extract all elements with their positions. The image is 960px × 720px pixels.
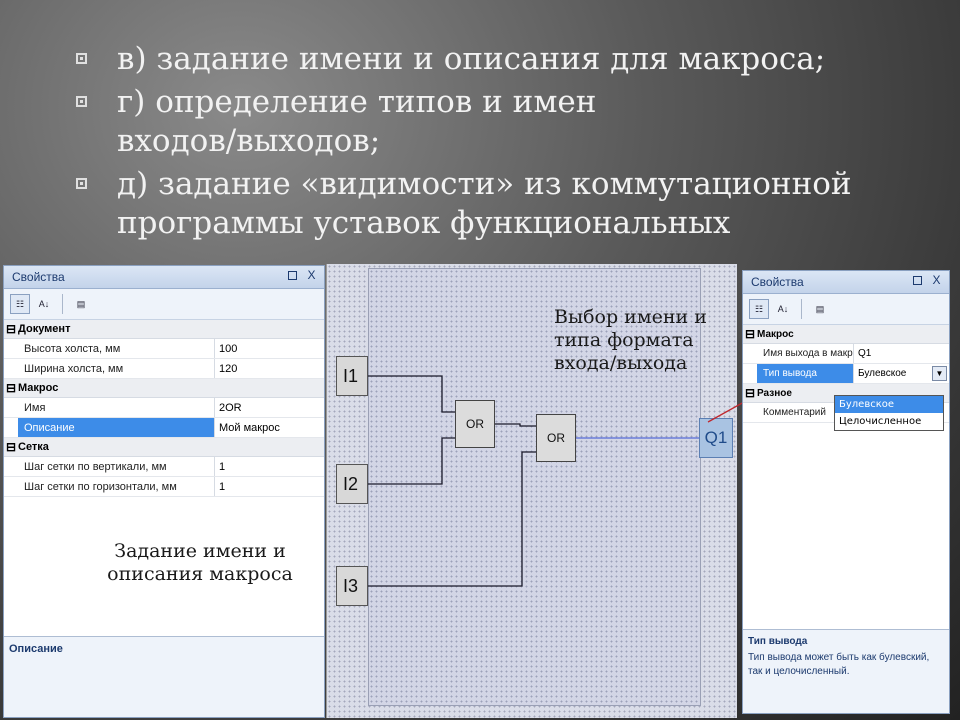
gate-label: OR: [547, 431, 565, 445]
property-key: Шаг сетки по вертикали, мм: [18, 457, 215, 476]
property-pages-icon[interactable]: ▤: [810, 299, 830, 319]
panel-titlebar: Свойства X: [4, 266, 324, 289]
bullet-square-icon: [76, 53, 87, 64]
panel-title: Свойства: [12, 270, 65, 284]
description-pane: Тип вывода Тип вывода может быть как бул…: [743, 629, 949, 713]
input-label: I1: [343, 365, 359, 386]
properties-panel-left: Свойства X ☷ A↓ ▤ ⊟ Документ Высота холст…: [3, 265, 325, 718]
property-key: Тип вывода: [757, 364, 854, 383]
bullet-item: г) определение типов и имен входов/выход…: [72, 83, 677, 161]
type-dropdown[interactable]: Булевское ▼: [854, 364, 949, 383]
property-row[interactable]: Имя выхода в макрос Q1: [743, 344, 949, 364]
collapse-icon[interactable]: ⊟: [4, 381, 18, 395]
annotation-left: Задание имени и описания макроса: [107, 540, 293, 585]
bullet-text: в) задание имени и описания для макроса;: [117, 41, 826, 77]
pin-icon[interactable]: [913, 276, 922, 285]
bullet-text: г) определение типов и имен входов/выход…: [117, 84, 597, 159]
property-key: Имя выхода в макрос: [757, 344, 854, 363]
property-grid: ⊟ Документ Высота холста, мм 100 Ширина хо…: [4, 320, 324, 497]
input-label: I2: [343, 473, 359, 494]
pin-icon[interactable]: [288, 271, 297, 280]
category-macro[interactable]: ⊟ Макрос: [4, 379, 324, 398]
category-document[interactable]: ⊟ Документ: [4, 320, 324, 339]
category-grid[interactable]: ⊟ Сетка: [4, 438, 324, 457]
property-key: Шаг сетки по горизонтали, мм: [18, 477, 215, 496]
or-gate-2[interactable]: OR: [536, 414, 576, 462]
property-value[interactable]: 100: [215, 339, 324, 358]
description-title: Описание: [9, 643, 63, 655]
toolbar-separator: [801, 299, 802, 319]
panel-titlebar: Свойства X: [743, 271, 949, 294]
bullet-text: д) задание «видимости» из коммутационной…: [117, 166, 852, 241]
property-value[interactable]: 120: [215, 359, 324, 378]
property-value[interactable]: 2OR: [215, 398, 324, 417]
type-dropdown-list[interactable]: Булевское Целочисленное: [834, 395, 944, 431]
sort-alphabetical-icon[interactable]: A↓: [773, 299, 793, 319]
annotation-right: Выбор имени и типа формата входа/выхода: [554, 306, 707, 374]
gate-label: OR: [466, 417, 484, 431]
property-key: Имя: [18, 398, 215, 417]
dropdown-option[interactable]: Целочисленное: [835, 413, 943, 430]
slide-bullet-list: в) задание имени и описания для макроса;…: [72, 40, 942, 247]
category-label: Документ: [18, 323, 71, 335]
sort-alphabetical-icon[interactable]: A↓: [34, 294, 54, 314]
close-icon[interactable]: X: [930, 274, 943, 287]
panel-toolbar: ☷ A↓ ▤: [743, 294, 949, 325]
input-label: I3: [343, 575, 359, 596]
property-row[interactable]: Высота холста, мм 100: [4, 339, 324, 359]
collapse-icon[interactable]: ⊟: [743, 386, 757, 400]
property-key: Ширина холста, мм: [18, 359, 215, 378]
toolbar-separator: [62, 294, 63, 314]
panel-toolbar: ☷ A↓ ▤: [4, 289, 324, 320]
property-row[interactable]: Ширина холста, мм 120: [4, 359, 324, 379]
property-row[interactable]: Шаг сетки по горизонтали, мм 1: [4, 477, 324, 497]
output-label: Q1: [704, 428, 728, 447]
property-value[interactable]: Q1: [854, 344, 949, 363]
dropdown-option[interactable]: Булевское: [835, 396, 943, 413]
collapse-icon[interactable]: ⊟: [4, 322, 18, 336]
collapse-icon[interactable]: ⊟: [743, 327, 757, 341]
panel-title: Свойства: [751, 275, 804, 289]
property-value[interactable]: 1: [215, 477, 324, 496]
category-label: Сетка: [18, 441, 49, 453]
chevron-down-icon[interactable]: ▼: [932, 366, 947, 381]
description-title: Тип вывода: [748, 636, 808, 647]
property-key: Высота холста, мм: [18, 339, 215, 358]
property-key: Описание: [18, 418, 215, 437]
dropdown-value: Булевское: [858, 368, 907, 379]
input-block-i2[interactable]: I2: [336, 464, 368, 504]
property-row[interactable]: Имя 2OR: [4, 398, 324, 418]
category-label: Макрос: [18, 382, 59, 394]
categorized-view-icon[interactable]: ☷: [749, 299, 769, 319]
property-row[interactable]: Шаг сетки по вертикали, мм 1: [4, 457, 324, 477]
output-block-q1[interactable]: Q1: [699, 418, 733, 458]
category-macro[interactable]: ⊟ Макрос: [743, 325, 949, 344]
description-pane: Описание: [4, 636, 324, 717]
property-row-selected[interactable]: Описание Мой макрос: [4, 418, 324, 438]
category-label: Разное: [757, 387, 792, 399]
categorized-view-icon[interactable]: ☷: [10, 294, 30, 314]
property-value[interactable]: Мой макрос: [215, 418, 324, 437]
bullet-item: в) задание имени и описания для макроса;: [72, 40, 942, 79]
input-block-i3[interactable]: I3: [336, 566, 368, 606]
bullet-item: д) задание «видимости» из коммутационной…: [72, 165, 942, 243]
property-pages-icon[interactable]: ▤: [71, 294, 91, 314]
collapse-icon[interactable]: ⊟: [4, 440, 18, 454]
property-value[interactable]: 1: [215, 457, 324, 476]
close-icon[interactable]: X: [305, 269, 318, 282]
properties-panel-right: Свойства X ☷ A↓ ▤ ⊟ Макрос Имя выхода в м…: [742, 270, 950, 714]
bullet-square-icon: [76, 178, 87, 189]
input-block-i1[interactable]: I1: [336, 356, 368, 396]
property-row-selected[interactable]: Тип вывода Булевское ▼: [743, 364, 949, 384]
category-label: Макрос: [757, 328, 794, 340]
bullet-square-icon: [76, 96, 87, 107]
or-gate-1[interactable]: OR: [455, 400, 495, 448]
description-text: Тип вывода может быть как булевский, так…: [748, 652, 930, 677]
